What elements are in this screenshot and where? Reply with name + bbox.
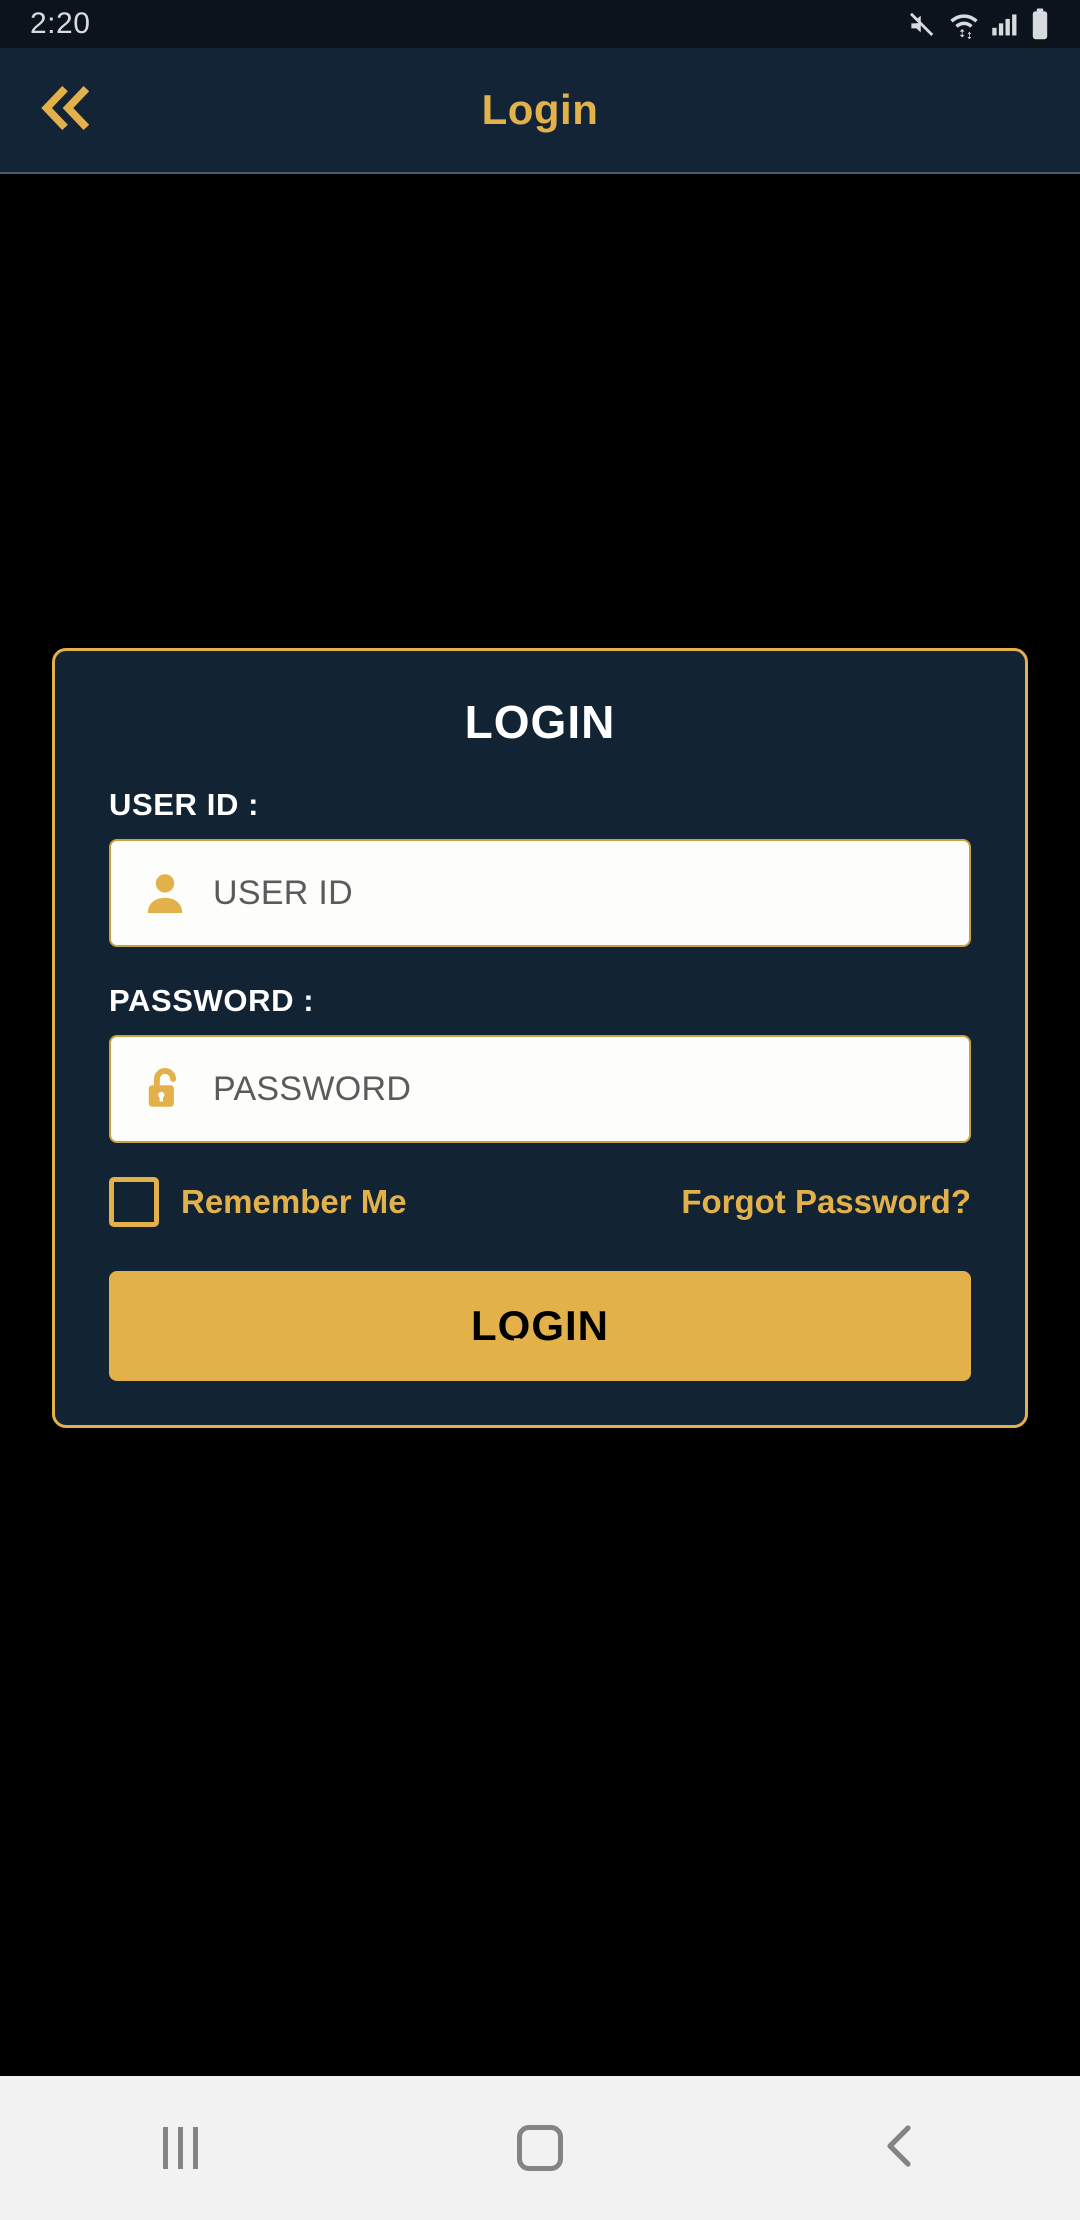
signal-icon — [991, 10, 1019, 38]
field-spacer — [109, 947, 971, 983]
home-icon — [517, 2125, 563, 2171]
system-nav-bar — [0, 2076, 1080, 2220]
nav-back-button[interactable] — [810, 2076, 990, 2220]
create-account-link[interactable]: Or Create New Account — [0, 1331, 1080, 1375]
options-row: Remember Me Forgot Password? — [109, 1177, 971, 1227]
forgot-password-link[interactable]: Forgot Password? — [681, 1183, 971, 1221]
unlock-icon — [139, 1063, 191, 1115]
wifi-icon — [948, 9, 980, 39]
status-bar: 2:20 — [0, 0, 1080, 48]
password-label: PASSWORD : — [109, 983, 315, 1018]
user-id-input[interactable]: USER ID — [109, 839, 971, 947]
battery-icon — [1030, 8, 1050, 40]
recents-icon — [162, 2127, 198, 2169]
user-id-placeholder: USER ID — [213, 873, 354, 912]
main-content: LOGIN USER ID : USER ID PASSWORD : PASSW… — [0, 176, 1080, 2076]
status-time: 2:20 — [30, 7, 91, 40]
login-heading: LOGIN — [464, 696, 616, 748]
back-icon — [880, 2124, 920, 2173]
remember-me-label: Remember Me — [181, 1183, 407, 1220]
nav-recents-button[interactable] — [90, 2076, 270, 2220]
login-card: LOGIN USER ID : USER ID PASSWORD : PASSW… — [52, 648, 1028, 1428]
password-placeholder: PASSWORD — [213, 1069, 412, 1108]
remember-me-checkbox[interactable] — [109, 1177, 159, 1227]
back-button[interactable] — [24, 67, 110, 153]
status-icon-group — [907, 8, 1050, 40]
app-bar: Login — [0, 48, 1080, 174]
phone-screen: 2:20 Login LOGIN USER ID: USER ID PASSW… — [0, 0, 1080, 2220]
remember-me-group[interactable]: Remember Me — [109, 1177, 407, 1227]
double-chevron-left-icon — [36, 77, 98, 144]
nav-home-button[interactable] — [450, 2076, 630, 2220]
password-input[interactable]: PASSWORD — [109, 1035, 971, 1143]
mute-icon — [907, 9, 937, 39]
user-icon — [139, 867, 191, 919]
user-id-label: USER ID : — [109, 787, 260, 822]
page-title: Login — [481, 86, 599, 133]
